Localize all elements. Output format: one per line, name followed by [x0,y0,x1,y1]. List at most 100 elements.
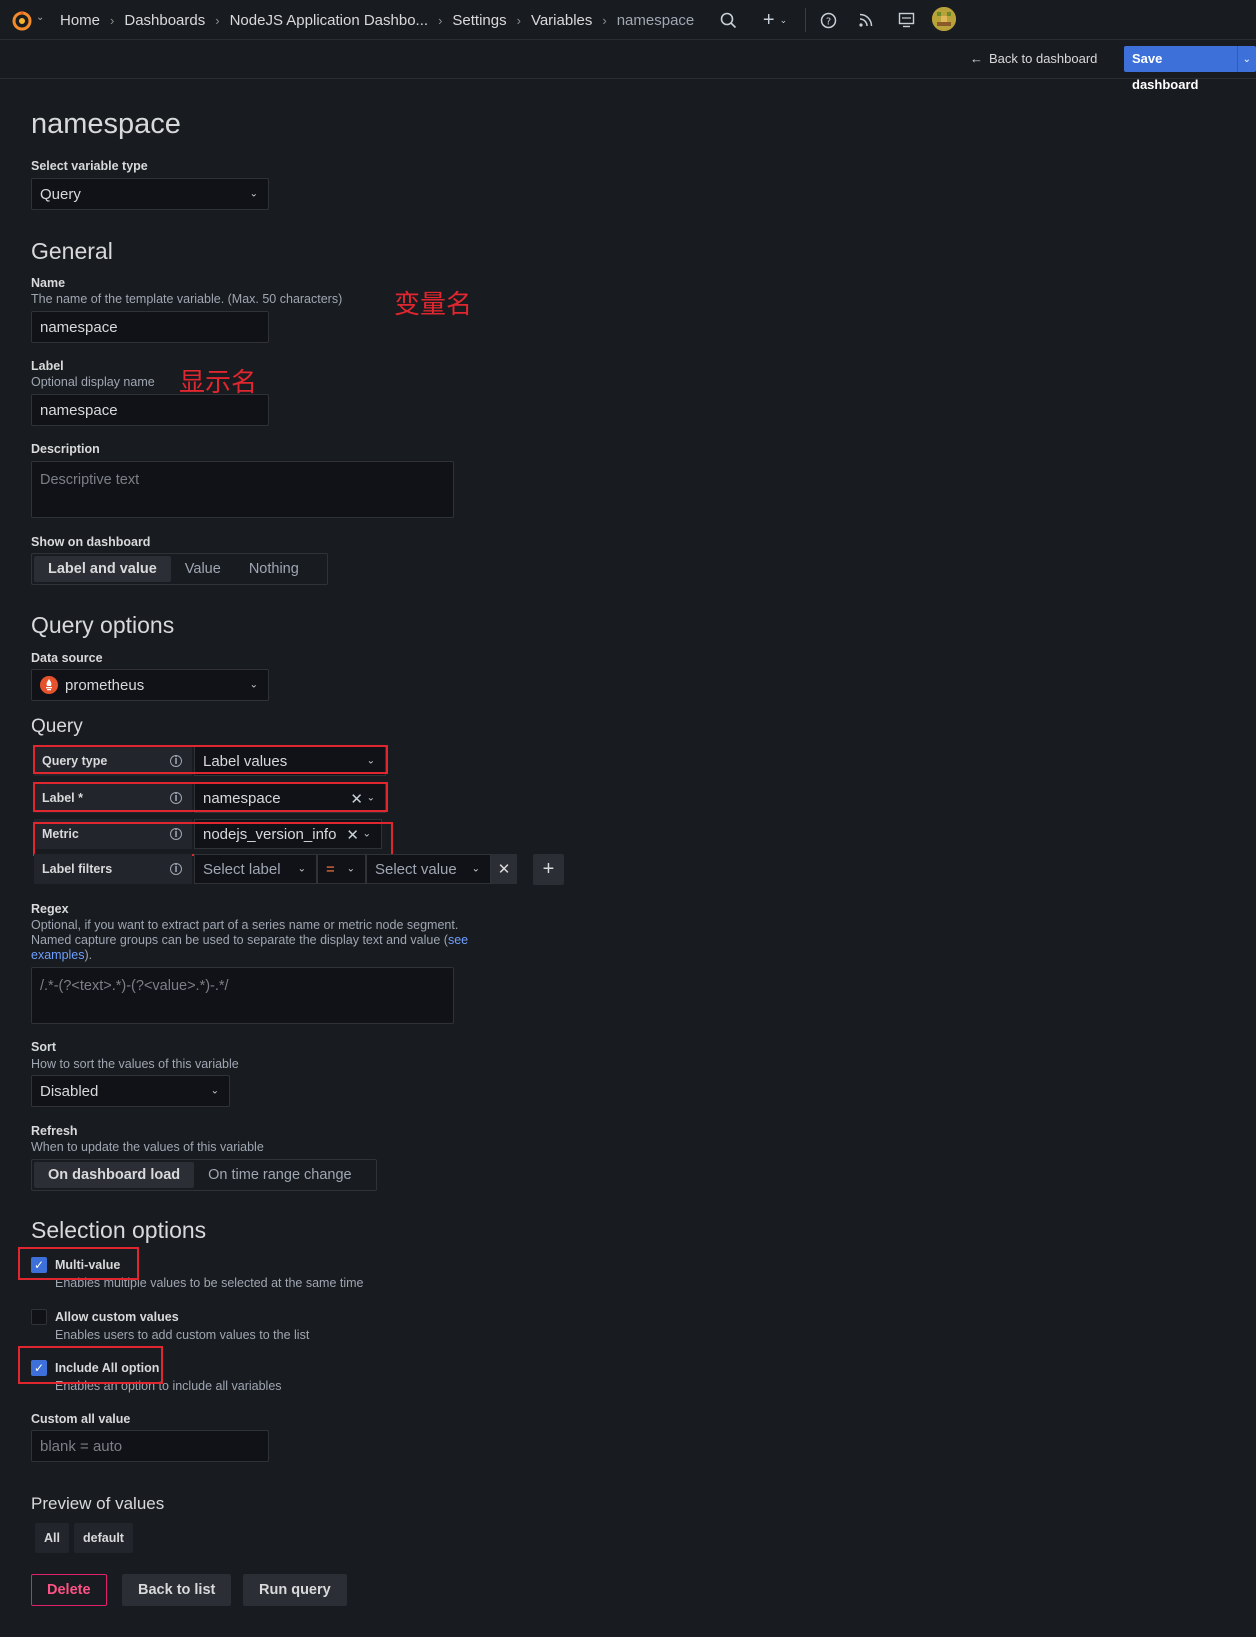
label-input[interactable]: namespace [31,394,269,426]
breadcrumb-dashboards[interactable]: Dashboards [124,12,205,29]
preview-heading: Preview of values [31,1494,165,1513]
description-label: Description [31,442,100,456]
radio-on-time-range-change[interactable]: On time range change [194,1162,365,1188]
variable-type-value: Query [40,185,81,203]
back-to-dashboard-label: Back to dashboard [989,51,1098,66]
annotation-box-metric [33,822,393,856]
back-to-dashboard-button[interactable]: ← Back to dashboard [970,51,1097,66]
annotation-box-include-all [18,1346,163,1384]
grafana-logo-icon[interactable] [10,8,34,32]
run-query-button[interactable]: Run query [243,1574,347,1606]
refresh-label: Refresh [31,1124,78,1138]
search-icon[interactable] [718,10,738,30]
regex-label: Regex [31,902,69,916]
data-source-select[interactable]: prometheus ⌄ [31,669,269,701]
add-filter-button[interactable]: + [533,854,564,885]
annotation-box-query-type [33,745,388,774]
add-new-icon[interactable]: + ⌄ [758,9,792,31]
select-value-dropdown[interactable]: Select value ⌄ [366,854,491,884]
radio-nothing[interactable]: Nothing [235,556,313,582]
regex-description-line3: examples). [31,948,92,962]
top-navbar: ⌄ Home › Dashboards › NodeJS Application… [0,0,1256,40]
annotation-variable-name: 变量名 [394,290,473,320]
breadcrumb-settings[interactable]: Settings [452,12,506,29]
remove-filter-button[interactable]: ✕ [491,854,517,884]
operator-dropdown[interactable]: = ⌄ [317,854,366,884]
breadcrumb-variables[interactable]: Variables [531,12,592,29]
radio-label-and-value[interactable]: Label and value [34,556,171,582]
custom-all-value-label: Custom all value [31,1412,131,1426]
breadcrumb: Home › Dashboards › NodeJS Application D… [60,0,694,40]
breadcrumb-home[interactable]: Home [60,12,100,29]
see-examples-link[interactable]: see [448,933,468,947]
info-icon[interactable]: i [170,863,182,875]
query-options-heading: Query options [31,612,175,638]
regex-description-line2: Named capture groups can be used to sepa… [31,933,468,947]
breadcrumb-current: namespace [616,11,695,29]
name-label: Name [31,276,66,290]
radio-on-dashboard-load[interactable]: On dashboard load [34,1162,195,1188]
chevron-down-icon: ⌄ [346,863,355,875]
news-feed-icon[interactable] [856,10,876,30]
sort-label: Sort [31,1040,56,1054]
breadcrumb-dashboard[interactable]: NodeJS Application Dashbo... [230,12,428,29]
toolbar-divider [805,8,806,32]
save-dashboard-group: Save dashboard ⌄ [1124,46,1256,92]
user-avatar[interactable] [932,7,956,31]
back-to-list-button[interactable]: Back to list [122,1574,232,1606]
data-source-label: Data source [31,651,103,665]
query-heading: Query [31,716,83,737]
show-on-dashboard-label: Show on dashboard [31,535,151,549]
radio-value[interactable]: Value [171,556,235,582]
select-label-dropdown[interactable]: Select label ⌄ [194,854,317,884]
select-value-placeholder: Select value [375,860,457,878]
chevron-right-icon: › [215,12,220,28]
chevron-down-icon: ⌄ [249,679,258,691]
kiosk-mode-icon[interactable] [896,10,916,30]
selection-options-heading: Selection options [31,1217,207,1243]
variable-type-label: Select variable type [31,159,148,173]
prometheus-icon [40,676,58,694]
page-title: namespace [31,108,181,140]
arrow-left-icon: ← [970,51,983,66]
name-description: The name of the template variable. (Max.… [31,292,343,306]
general-heading: General [31,238,113,264]
see-examples-link-2[interactable]: examples [31,948,85,962]
label-filters-label-text: Label filters [42,862,113,876]
chevron-down-icon: ⌄ [210,1085,219,1097]
label-description: Optional display name [31,375,155,389]
annotation-box-multi-value [18,1247,139,1280]
save-dashboard-button[interactable]: Save dashboard [1124,46,1237,92]
regex-description-end: ). [84,948,93,962]
annotation-box-label [33,782,388,812]
delete-button[interactable]: Delete [31,1574,107,1606]
help-icon[interactable]: ? [818,10,838,30]
sort-select[interactable]: Disabled ⌄ [31,1075,230,1107]
svg-text:?: ? [825,16,830,27]
data-source-value: prometheus [65,676,145,694]
chevron-down-icon[interactable]: ⌄ [1236,46,1256,72]
select-label-placeholder: Select label [203,860,281,878]
variable-type-select[interactable]: Query ⌄ [31,178,269,210]
chevron-right-icon: › [602,12,607,28]
refresh-radio: On dashboard load On time range change [31,1159,377,1191]
allow-custom-values-description: Enables users to add custom values to th… [55,1328,310,1342]
allow-custom-values-label: Allow custom values [55,1310,179,1324]
chevron-down-icon: ⌄ [249,188,258,200]
chevron-down-icon[interactable]: ⌄ [36,12,44,23]
allow-custom-values-checkbox[interactable] [31,1309,47,1325]
name-input[interactable]: namespace [31,311,269,343]
refresh-description: When to update the values of this variab… [31,1140,264,1154]
chevron-right-icon: › [516,12,521,28]
description-textarea[interactable]: Descriptive text [31,461,454,518]
preview-chip-default: default [74,1523,133,1553]
sort-value: Disabled [40,1082,99,1100]
regex-description-text: Named capture groups can be used to sepa… [31,933,448,947]
label-filters-label: Label filters i [34,854,192,884]
custom-all-value-input[interactable]: blank = auto [31,1430,269,1462]
chevron-down-icon: ⌄ [297,863,306,875]
regex-textarea[interactable]: /.*-(?<text>.*)-(?<value>.*)-.*/ [31,967,454,1024]
preview-chip-all: All [35,1523,69,1553]
operator-value: = [326,860,335,878]
chevron-right-icon: › [438,12,443,28]
